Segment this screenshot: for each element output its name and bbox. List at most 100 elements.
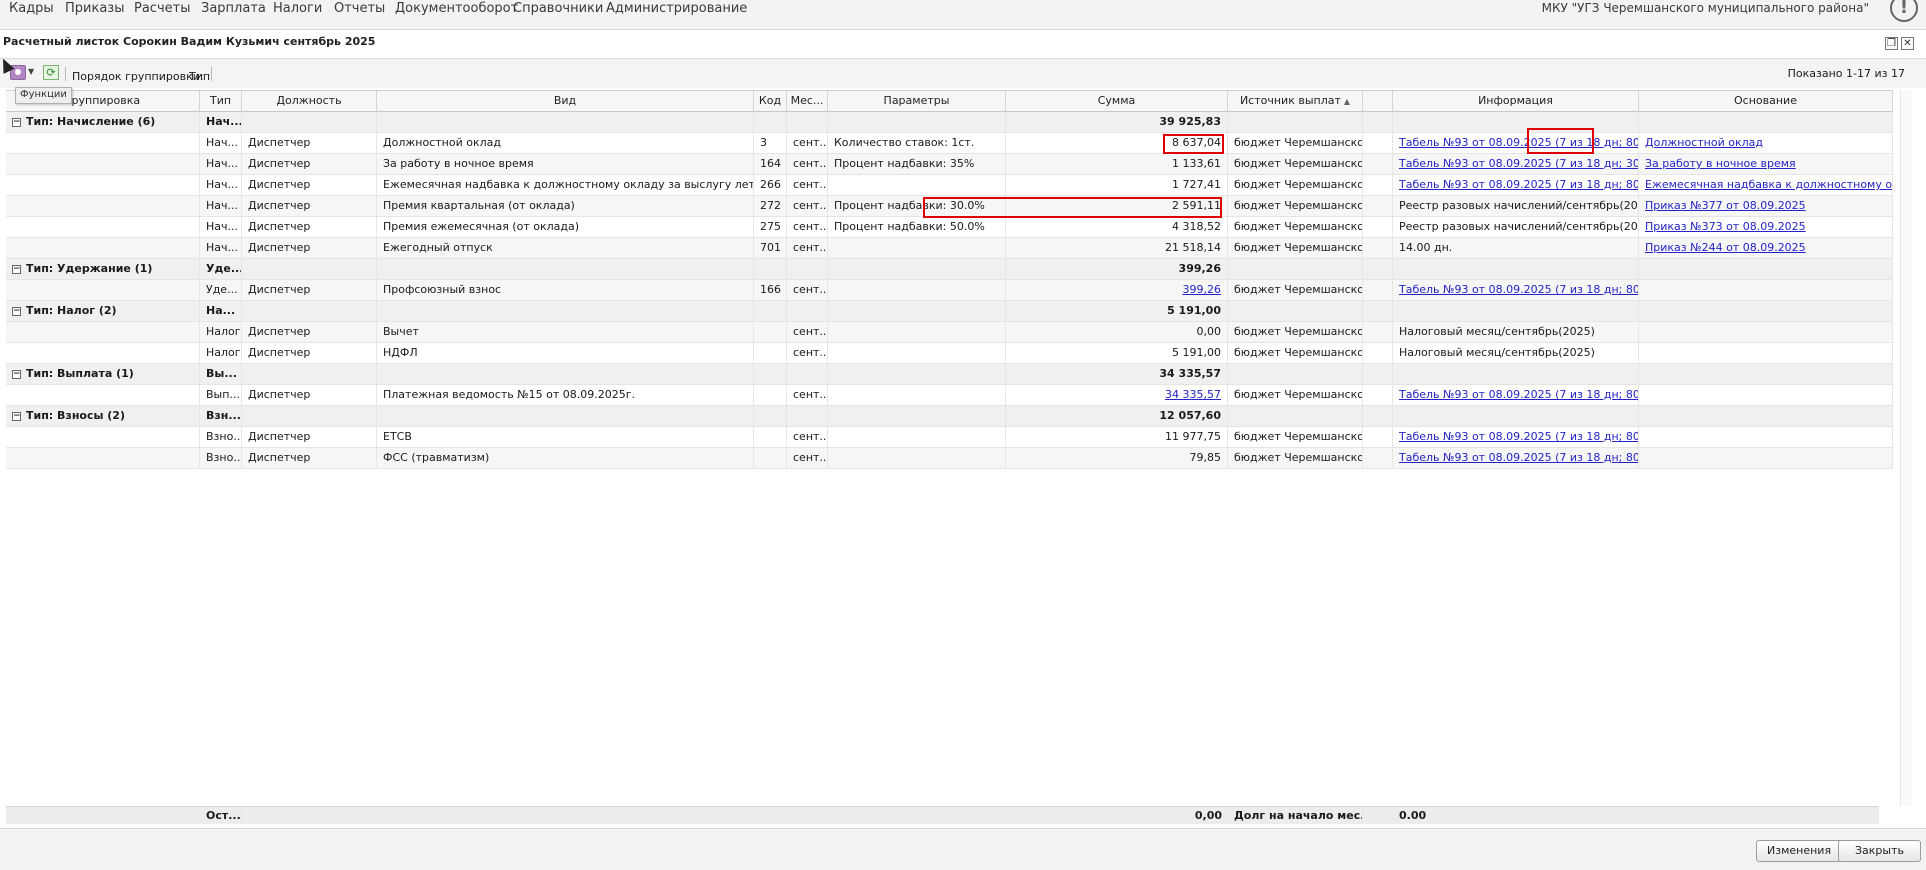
cell-sum[interactable]: 399,26 xyxy=(1006,280,1228,300)
pos-value: Диспетчер xyxy=(248,451,311,464)
cell-sum: 399,26 xyxy=(1006,259,1228,279)
vertical-scrollbar[interactable] xyxy=(1900,90,1912,806)
group-row[interactable]: − Тип: Удержание (1) Уде... 399,26 xyxy=(6,259,1893,280)
info-value[interactable]: Табель №93 от 08.09.2025 (7 из 18 дн; 80… xyxy=(1399,283,1638,296)
basis-value[interactable]: Приказ №244 от 08.09.2025 xyxy=(1645,241,1806,254)
info-value[interactable]: Табель №93 от 08.09.2025 (7 из 18 дн; 80… xyxy=(1399,178,1638,191)
cell-group xyxy=(6,280,200,300)
menu-item-raschety[interactable]: Расчеты xyxy=(134,1,190,16)
info-value[interactable]: Табель №93 от 08.09.2025 (7 из 18 дн; 30… xyxy=(1399,157,1638,170)
column-header-position[interactable]: Должность xyxy=(242,91,377,112)
basis-value[interactable]: Ежемесячная надбавка к должностному окла… xyxy=(1645,178,1892,191)
cell-info[interactable]: Табель №93 от 08.09.2025 (7 из 18 дн; 80… xyxy=(1393,133,1639,153)
cell-basis xyxy=(1639,364,1893,384)
basis-value[interactable]: Приказ №373 от 08.09.2025 xyxy=(1645,220,1806,233)
cell-pos xyxy=(242,406,377,426)
column-header-month[interactable]: Мес... xyxy=(787,91,828,112)
cell-sum[interactable]: 34 335,57 xyxy=(1006,385,1228,405)
grouping-order-label: Порядок группировки: xyxy=(72,70,204,83)
changes-button[interactable]: Изменения xyxy=(1756,840,1843,862)
cell-blank xyxy=(1363,154,1393,174)
table-row[interactable]: Взно... Диспетчер ЕТСВ сент... 11 977,75 бюдж… xyxy=(6,427,1893,448)
cell-basis[interactable]: Приказ №244 от 08.09.2025 xyxy=(1639,238,1893,258)
group-row[interactable]: − Тип: Налог (2) На... 5 191,00 xyxy=(6,301,1893,322)
column-header-type[interactable]: Тип xyxy=(200,91,242,112)
column-header-parameters[interactable]: Параметры xyxy=(828,91,1006,112)
table-row[interactable]: Нач... Диспетчер Премия ежемесячная (от ок… xyxy=(6,217,1893,238)
menu-item-administrirovanie[interactable]: Администрирование xyxy=(606,1,747,16)
basis-value[interactable]: За работу в ночное время xyxy=(1645,157,1796,170)
cell-type: Вы... xyxy=(200,364,242,384)
table-row[interactable]: Взно... Диспетчер ФСС (травматизм) сент... 7… xyxy=(6,448,1893,469)
collapse-group-icon[interactable]: − xyxy=(12,118,21,127)
sum-value[interactable]: 399,26 xyxy=(1183,283,1222,296)
table-row[interactable]: Нач... Диспетчер Ежемесячная надбавка к до… xyxy=(6,175,1893,196)
menu-item-otchety[interactable]: Отчеты xyxy=(334,1,385,16)
info-value[interactable]: Табель №93 от 08.09.2025 (7 из 18 дн; 80… xyxy=(1399,136,1638,149)
cell-group xyxy=(6,343,200,363)
cell-pos: Диспетчер xyxy=(242,427,377,447)
column-header-code[interactable]: Код xyxy=(754,91,787,112)
cell-params xyxy=(828,280,1006,300)
close-window-icon[interactable]: ✕ xyxy=(1901,37,1914,50)
cell-type: Уде... xyxy=(200,280,242,300)
collapse-group-icon[interactable]: − xyxy=(12,307,21,316)
collapse-group-icon[interactable]: − xyxy=(12,412,21,421)
alert-icon[interactable]: ! xyxy=(1890,0,1918,22)
cell-sum: 0,00 xyxy=(1006,322,1228,342)
cell-pos: Диспетчер xyxy=(242,133,377,153)
cell-info[interactable]: Табель №93 от 08.09.2025 (7 из 18 дн; 30… xyxy=(1393,154,1639,174)
basis-value[interactable]: Должностной оклад xyxy=(1645,136,1763,149)
table-row[interactable]: Уде... Диспетчер Профсоюзный взнос 166 сент.… xyxy=(6,280,1893,301)
refresh-icon[interactable]: ⟳ xyxy=(43,65,59,80)
info-value[interactable]: Табель №93 от 08.09.2025 (7 из 18 дн; 80… xyxy=(1399,451,1638,464)
table-row[interactable]: Нач... Диспетчер Премия квартальная (от ок… xyxy=(6,196,1893,217)
column-header-kind[interactable]: Вид xyxy=(377,91,754,112)
menu-item-zarplata[interactable]: Зарплата xyxy=(201,1,266,16)
cell-basis[interactable]: За работу в ночное время xyxy=(1639,154,1893,174)
column-header-information[interactable]: Информация xyxy=(1393,91,1639,112)
menu-item-spravochniki[interactable]: Справочники xyxy=(513,1,603,16)
cell-blank xyxy=(1363,448,1393,468)
group-row[interactable]: − Тип: Взносы (2) Взн... 12 057,60 xyxy=(6,406,1893,427)
info-value[interactable]: Табель №93 от 08.09.2025 (7 из 18 дн; 80… xyxy=(1399,430,1638,443)
column-header-sum[interactable]: Сумма xyxy=(1006,91,1228,112)
cell-pos: Диспетчер xyxy=(242,322,377,342)
table-row[interactable]: Налог Диспетчер НДФЛ сент... 5 191,00 бюджет … xyxy=(6,343,1893,364)
group-row[interactable]: − Тип: Выплата (1) Вы... 34 335,57 xyxy=(6,364,1893,385)
collapse-group-icon[interactable]: − xyxy=(12,370,21,379)
cell-info[interactable]: Табель №93 от 08.09.2025 (7 из 18 дн; 80… xyxy=(1393,175,1639,195)
chevron-down-icon[interactable]: ▼ xyxy=(28,67,34,76)
cell-basis[interactable]: Ежемесячная надбавка к должностному окла… xyxy=(1639,175,1893,195)
column-header-blank[interactable] xyxy=(1363,91,1393,112)
cell-basis[interactable]: Должностной оклад xyxy=(1639,133,1893,153)
menu-item-kadry[interactable]: Кадры xyxy=(9,1,54,16)
cell-sum: 4 318,52 xyxy=(1006,217,1228,237)
cell-info[interactable]: Табель №93 от 08.09.2025 (7 из 18 дн; 80… xyxy=(1393,448,1639,468)
info-value[interactable]: Табель №93 от 08.09.2025 (7 из 18 дн; 80… xyxy=(1399,388,1638,401)
cell-basis[interactable]: Приказ №377 от 08.09.2025 xyxy=(1639,196,1893,216)
pos-value: Диспетчер xyxy=(248,388,311,401)
cell-info[interactable]: Табель №93 от 08.09.2025 (7 из 18 дн; 80… xyxy=(1393,280,1639,300)
table-row[interactable]: Нач... Диспетчер Должностной оклад 3 сент...… xyxy=(6,133,1893,154)
basis-value[interactable]: Приказ №377 от 08.09.2025 xyxy=(1645,199,1806,212)
cell-basis[interactable]: Приказ №373 от 08.09.2025 xyxy=(1639,217,1893,237)
menu-item-nalogi[interactable]: Налоги xyxy=(273,1,322,16)
menu-item-prikazy[interactable]: Приказы xyxy=(65,1,124,16)
table-row[interactable]: Нач... Диспетчер За работу в ночное время 1… xyxy=(6,154,1893,175)
close-button[interactable]: Закрыть xyxy=(1838,840,1921,862)
table-row[interactable]: Нач... Диспетчер Ежегодный отпуск 701 сент..… xyxy=(6,238,1893,259)
grouping-order-value[interactable]: Тип xyxy=(189,70,210,83)
cell-group xyxy=(6,154,200,174)
cell-info[interactable]: Табель №93 от 08.09.2025 (7 из 18 дн; 80… xyxy=(1393,427,1639,447)
cell-info[interactable]: Табель №93 от 08.09.2025 (7 из 18 дн; 80… xyxy=(1393,385,1639,405)
restore-window-icon[interactable]: ❐ xyxy=(1885,37,1898,50)
table-row[interactable]: Налог Диспетчер Вычет сент... 0,00 бюджет Чер… xyxy=(6,322,1893,343)
table-row[interactable]: Вып... Диспетчер Платежная ведомость №15 о… xyxy=(6,385,1893,406)
group-row[interactable]: − Тип: Начисление (6) Нач... 39 925,83 xyxy=(6,112,1893,133)
column-header-basis[interactable]: Основание xyxy=(1639,91,1893,112)
sum-value[interactable]: 34 335,57 xyxy=(1165,388,1221,401)
column-header-payment-source[interactable]: Источник выплат ▲ xyxy=(1228,91,1363,112)
collapse-group-icon[interactable]: − xyxy=(12,265,21,274)
menu-item-dokumentooborot[interactable]: Документооборот xyxy=(395,1,518,16)
